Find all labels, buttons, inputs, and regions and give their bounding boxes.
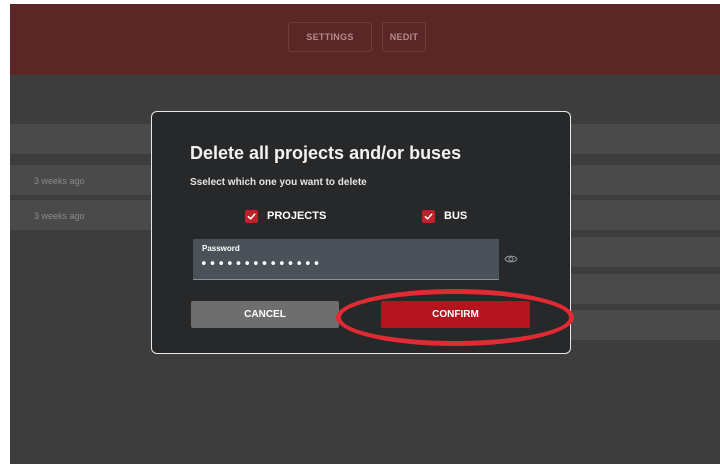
- confirm-button[interactable]: CONFIRM: [381, 301, 530, 328]
- check-icon: [422, 209, 435, 223]
- delete-dialog: Delete all projects and/or buses Sselect…: [151, 111, 571, 354]
- list-row: [570, 310, 720, 340]
- projects-checkbox-label: PROJECTS: [267, 210, 327, 222]
- nedit-button[interactable]: NEDIT: [382, 22, 426, 52]
- projects-checkbox[interactable]: PROJECTS: [245, 208, 326, 224]
- eye-icon[interactable]: [504, 252, 518, 266]
- password-field[interactable]: Password: [193, 239, 499, 280]
- bus-checkbox[interactable]: BUS: [422, 208, 467, 224]
- row-timestamp: 3 weeks ago: [34, 211, 85, 221]
- cancel-button[interactable]: CANCEL: [191, 301, 339, 328]
- list-row: [570, 274, 720, 304]
- check-icon: [245, 209, 258, 223]
- list-row: [570, 237, 720, 267]
- settings-button[interactable]: SETTINGS: [288, 22, 372, 52]
- password-label: Password: [202, 244, 240, 253]
- dialog-title: Delete all projects and/or buses: [190, 143, 462, 163]
- top-header: SETTINGS NEDIT: [10, 4, 720, 75]
- row-timestamp: 3 weeks ago: [34, 176, 85, 186]
- password-input[interactable]: [200, 257, 450, 271]
- dialog-subtitle: Sselect which one you want to delete: [190, 177, 367, 188]
- bus-checkbox-label: BUS: [444, 210, 468, 222]
